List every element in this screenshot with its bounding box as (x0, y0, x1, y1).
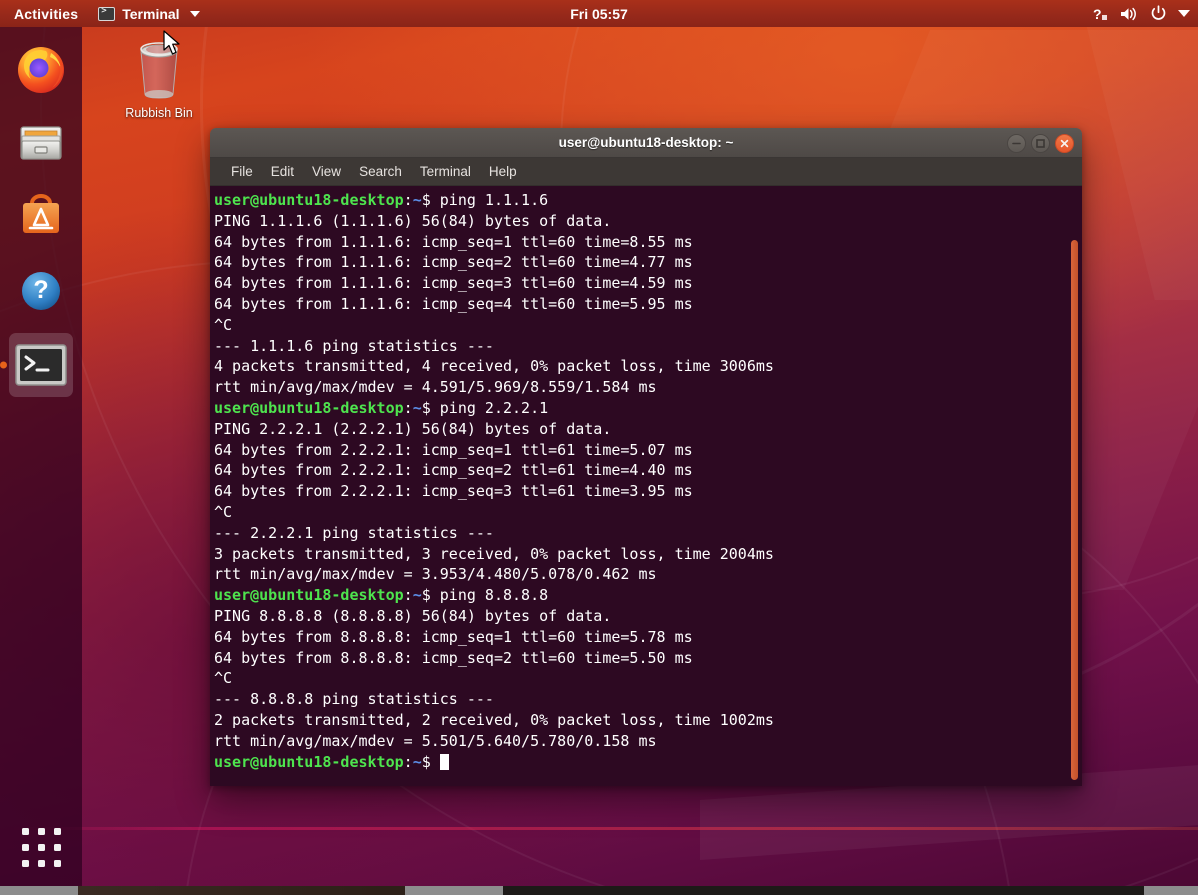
terminal-line: ^C (214, 668, 1082, 689)
menu-help[interactable]: Help (480, 161, 526, 182)
power-icon[interactable] (1150, 5, 1167, 22)
activities-button[interactable]: Activities (0, 6, 90, 22)
terminal-line: user@ubuntu18-desktop:~$ ping 1.1.1.6 (214, 190, 1082, 211)
terminal-line: 64 bytes from 2.2.2.1: icmp_seq=3 ttl=61… (214, 481, 1082, 502)
dock-item-ubuntu-software[interactable] (9, 185, 73, 249)
bottom-strip (0, 886, 1198, 895)
terminal-line: --- 8.8.8.8 ping statistics --- (214, 689, 1082, 710)
terminal-line: ^C (214, 502, 1082, 523)
files-icon (13, 115, 69, 171)
terminal-scrollbar[interactable] (1070, 188, 1079, 784)
rubbish-bin-icon (128, 36, 190, 104)
volume-icon[interactable] (1120, 6, 1139, 22)
accessibility-icon[interactable]: ? (1093, 6, 1109, 22)
terminal-body[interactable]: user@ubuntu18-desktop:~$ ping 1.1.1.6PIN… (210, 186, 1082, 786)
terminal-line: rtt min/avg/max/mdev = 3.953/4.480/5.078… (214, 564, 1082, 585)
terminal-line: user@ubuntu18-desktop:~$ ping 8.8.8.8 (214, 585, 1082, 606)
terminal-line: PING 1.1.1.6 (1.1.1.6) 56(84) bytes of d… (214, 211, 1082, 232)
maximize-button[interactable] (1031, 134, 1050, 153)
wallpaper-facet (1080, 0, 1198, 300)
terminal-line: 64 bytes from 8.8.8.8: icmp_seq=2 ttl=60… (214, 648, 1082, 669)
terminal-line: 3 packets transmitted, 3 received, 0% pa… (214, 544, 1082, 565)
terminal-line: rtt min/avg/max/mdev = 4.591/5.969/8.559… (214, 377, 1082, 398)
terminal-line: 64 bytes from 2.2.2.1: icmp_seq=2 ttl=61… (214, 460, 1082, 481)
dock-item-files[interactable] (9, 111, 73, 175)
desktop-icon-label: Rubbish Bin (125, 106, 192, 120)
terminal-line: PING 8.8.8.8 (8.8.8.8) 56(84) bytes of d… (214, 606, 1082, 627)
terminal-line: 64 bytes from 1.1.1.6: icmp_seq=3 ttl=60… (214, 273, 1082, 294)
terminal-line: user@ubuntu18-desktop:~$ ping 2.2.2.1 (214, 398, 1082, 419)
chevron-down-icon (190, 11, 200, 17)
chevron-down-icon[interactable] (1178, 9, 1190, 18)
terminal-line: --- 2.2.2.1 ping statistics --- (214, 523, 1082, 544)
terminal-icon (14, 343, 68, 387)
desktop-icon-rubbish-bin[interactable]: Rubbish Bin (113, 36, 205, 120)
svg-text:?: ? (33, 276, 48, 304)
ubuntu-software-icon (13, 189, 69, 245)
help-icon: ? (13, 263, 69, 319)
menu-file[interactable]: File (222, 161, 262, 182)
top-bar: Activities Terminal Fri 05:57 ? (0, 0, 1198, 27)
terminal-line: 64 bytes from 2.2.2.1: icmp_seq=1 ttl=61… (214, 440, 1082, 461)
terminal-prompt-line: user@ubuntu18-desktop:~$ (214, 752, 1082, 773)
minimize-button[interactable] (1007, 134, 1026, 153)
window-controls (1007, 128, 1074, 158)
dock-item-terminal[interactable] (9, 333, 73, 397)
wallpaper-seam (0, 827, 1198, 830)
menu-view[interactable]: View (303, 161, 350, 182)
firefox-icon (13, 41, 69, 97)
show-applications-button[interactable] (9, 815, 73, 879)
menu-edit[interactable]: Edit (262, 161, 303, 182)
svg-text:?: ? (1093, 6, 1102, 22)
terminal-scrollbar-thumb[interactable] (1071, 240, 1078, 780)
dock-item-help[interactable]: ? (9, 259, 73, 323)
dock-item-firefox[interactable] (9, 37, 73, 101)
terminal-line: 2 packets transmitted, 2 received, 0% pa… (214, 710, 1082, 731)
close-button[interactable] (1055, 134, 1074, 153)
terminal-line: --- 1.1.1.6 ping statistics --- (214, 336, 1082, 357)
terminal-line: 4 packets transmitted, 4 received, 0% pa… (214, 356, 1082, 377)
terminal-titlebar[interactable]: user@ubuntu18-desktop: ~ (210, 128, 1082, 158)
terminal-line: PING 2.2.2.1 (2.2.2.1) 56(84) bytes of d… (214, 419, 1082, 440)
terminal-menubar: File Edit View Search Terminal Help (210, 158, 1082, 186)
menu-terminal[interactable]: Terminal (411, 161, 480, 182)
menu-search[interactable]: Search (350, 161, 411, 182)
terminal-line: 64 bytes from 8.8.8.8: icmp_seq=1 ttl=60… (214, 627, 1082, 648)
terminal-window[interactable]: user@ubuntu18-desktop: ~ File Edit View … (210, 128, 1082, 786)
app-menu-label: Terminal (122, 6, 179, 22)
terminal-line: rtt min/avg/max/mdev = 5.501/5.640/5.780… (214, 731, 1082, 752)
terminal-line: ^C (214, 315, 1082, 336)
terminal-line: 64 bytes from 1.1.1.6: icmp_seq=4 ttl=60… (214, 294, 1082, 315)
system-indicators[interactable]: ? (1093, 0, 1190, 27)
terminal-line: 64 bytes from 1.1.1.6: icmp_seq=1 ttl=60… (214, 232, 1082, 253)
terminal-title: user@ubuntu18-desktop: ~ (559, 135, 734, 150)
dock: ? (0, 27, 82, 895)
terminal-icon (98, 7, 115, 21)
app-menu-button[interactable]: Terminal (90, 6, 207, 22)
terminal-output: user@ubuntu18-desktop:~$ ping 1.1.1.6PIN… (210, 186, 1082, 772)
terminal-line: 64 bytes from 1.1.1.6: icmp_seq=2 ttl=60… (214, 252, 1082, 273)
